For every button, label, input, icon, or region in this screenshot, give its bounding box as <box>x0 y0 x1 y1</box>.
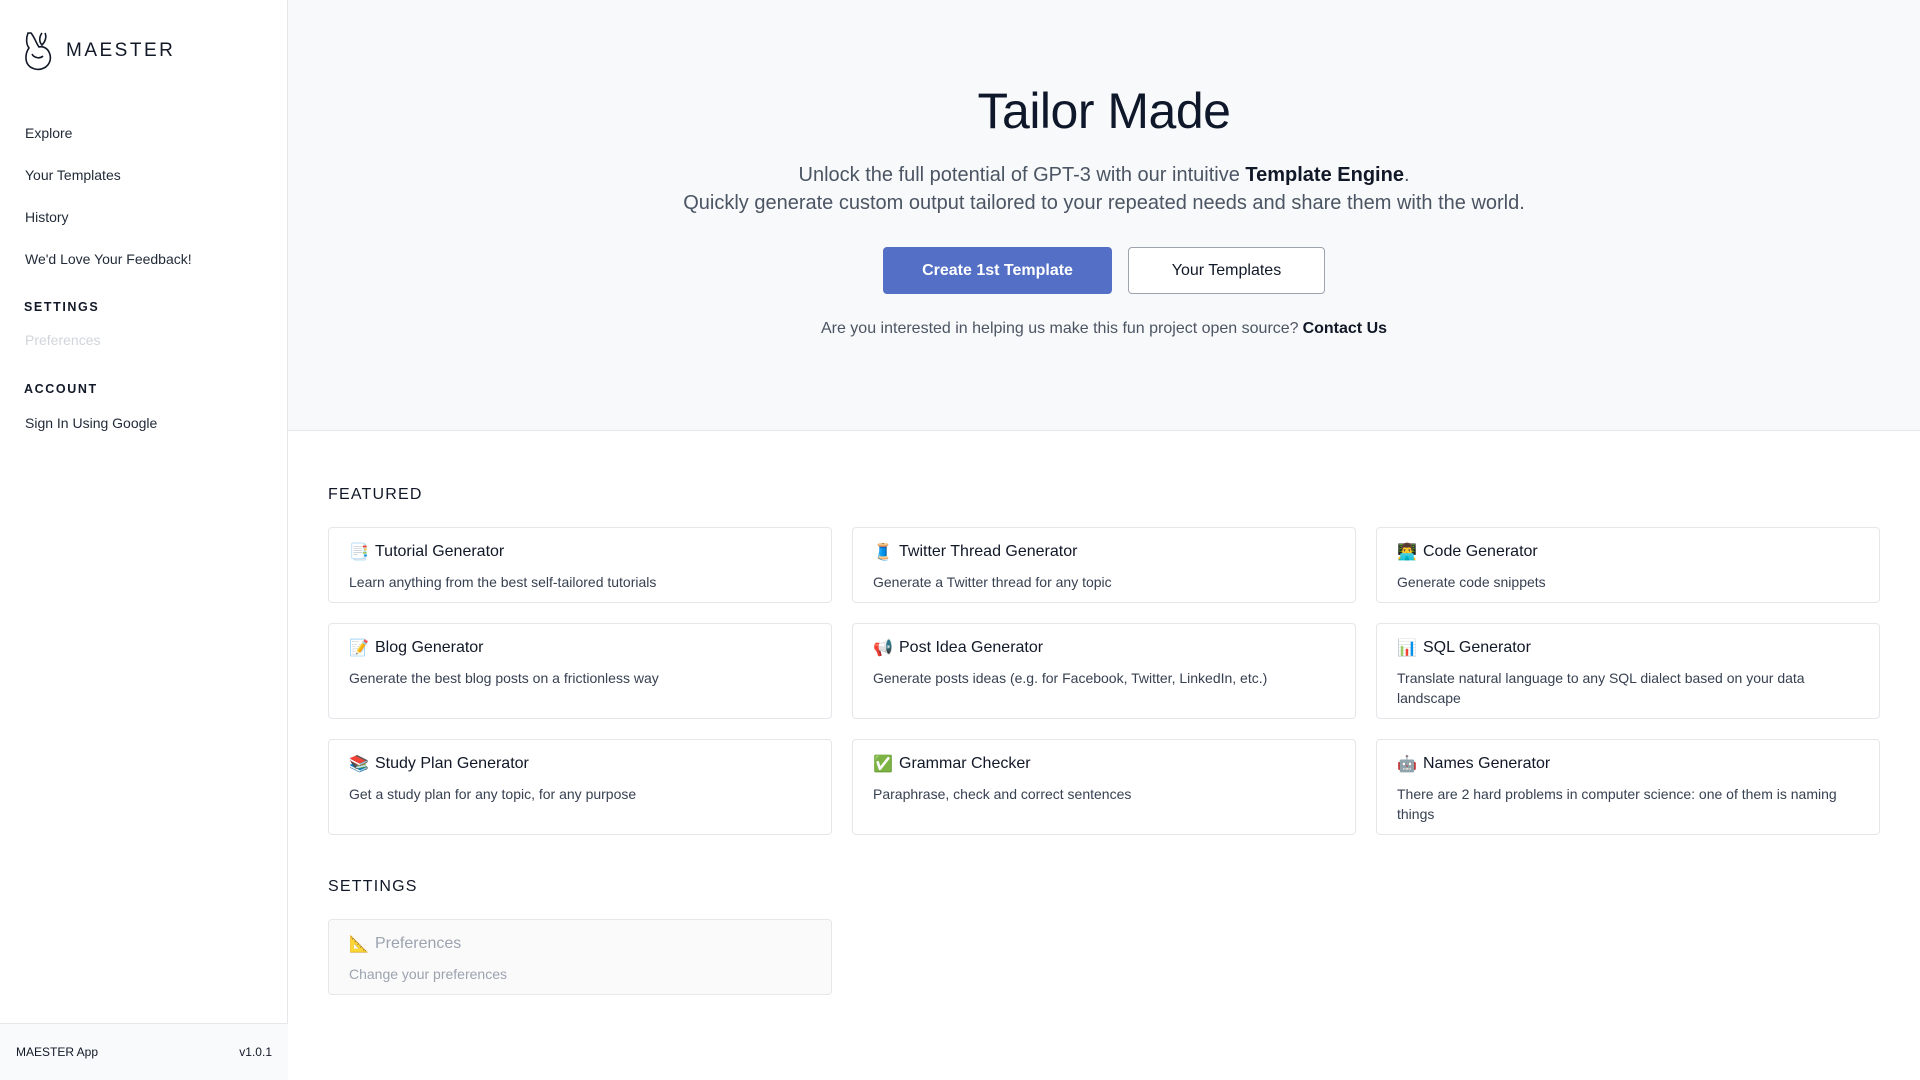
hero-subtitle-before: Unlock the full potential of GPT-3 with … <box>798 164 1246 186</box>
card-title: Preferences <box>375 935 462 952</box>
brand-name: MAESTER <box>66 40 176 61</box>
settings-heading: SETTINGS <box>328 878 418 895</box>
hero-subtitle-after: . <box>1403 164 1410 186</box>
sidebar-account-heading: ACCOUNT <box>24 382 98 396</box>
main-content: Tailor Made Unlock the full potential of… <box>288 0 1920 1080</box>
card-description: Learn anything from the best self-tailor… <box>349 574 657 590</box>
card-title: Blog Generator <box>375 639 484 656</box>
hero: Tailor Made Unlock the full potential of… <box>288 0 1920 431</box>
template-card[interactable]: ✅ Grammar Checker Paraphrase, check and c… <box>852 739 1356 835</box>
template-card[interactable]: 📝 Blog Generator Generate the best blog p… <box>328 623 832 719</box>
contact-us-link[interactable]: Contact Us <box>1303 320 1387 337</box>
sidebar-nav: Explore Your Templates History We'd Love… <box>25 120 192 288</box>
card-description: There are 2 hard problems in computer sc… <box>1397 786 1837 822</box>
page-title: Tailor Made <box>977 83 1231 139</box>
card-description: Generate code snippets <box>1397 574 1546 590</box>
app-name: MAESTER App <box>16 1045 99 1059</box>
card-description: Get a study plan for any topic, for any … <box>349 786 637 802</box>
card-title: Grammar Checker <box>899 755 1031 772</box>
sidebar-footer: MAESTER App v1.0.1 <box>0 1023 288 1080</box>
sidebar-item-preferences: Preferences <box>25 332 101 348</box>
hero-subtitle-line2: Quickly generate custom output tailored … <box>683 192 1525 214</box>
memo-icon: 📝 <box>349 640 369 657</box>
hero-contact: Are you interested in helping us make th… <box>288 320 1920 338</box>
brand[interactable]: MAESTER <box>22 30 175 72</box>
template-card[interactable]: 📑 Tutorial Generator Learn anything from … <box>328 527 832 603</box>
template-card[interactable]: 📢 Post Idea Generator Generate posts idea… <box>852 623 1356 719</box>
card-description: Generate posts ideas (e.g. for Facebook,… <box>873 670 1268 686</box>
card-description: Generate a Twitter thread for any topic <box>873 574 1112 590</box>
sidebar: MAESTER Explore Your Templates History W… <box>0 0 288 1080</box>
maester-logo-icon <box>25 32 52 71</box>
robot-icon: 🤖 <box>1397 756 1417 773</box>
card-title: Code Generator <box>1423 543 1538 560</box>
sign-in-google-link[interactable]: Sign In Using Google <box>25 415 157 431</box>
template-card[interactable]: 👨‍💻 Code Generator Generate code snippets <box>1376 527 1880 603</box>
card-title: Names Generator <box>1423 755 1551 772</box>
bar-chart-icon: 📊 <box>1397 640 1417 657</box>
check-mark-icon: ✅ <box>873 756 893 773</box>
your-templates-button[interactable]: Your Templates <box>1128 247 1325 294</box>
hero-subtitle: Unlock the full potential of GPT-3 with … <box>288 161 1920 217</box>
create-template-button[interactable]: Create 1st Template <box>883 247 1112 294</box>
card-description: Change your preferences <box>349 966 507 982</box>
card-title: SQL Generator <box>1423 639 1531 656</box>
triangular-ruler-icon: 📐 <box>349 936 369 953</box>
preferences-card: 📐 Preferences Change your preferences <box>328 919 832 995</box>
template-card[interactable]: 🧵 Twitter Thread Generator Generate a Twi… <box>852 527 1356 603</box>
card-title: Twitter Thread Generator <box>899 543 1078 560</box>
sidebar-settings-heading: SETTINGS <box>24 300 100 314</box>
books-icon: 📚 <box>349 756 369 773</box>
card-title: Tutorial Generator <box>375 543 505 560</box>
megaphone-icon: 📢 <box>873 640 893 657</box>
template-card[interactable]: 📊 SQL Generator Translate natural languag… <box>1376 623 1880 719</box>
sidebar-item-your-templates[interactable]: Your Templates <box>25 162 192 204</box>
tutorial-icon: 📑 <box>349 544 369 561</box>
card-description: Translate natural language to any SQL di… <box>1397 670 1805 706</box>
app-version: v1.0.1 <box>239 1045 272 1059</box>
technologist-icon: 👨‍💻 <box>1397 544 1417 561</box>
card-title: Study Plan Generator <box>375 755 529 772</box>
card-description: Generate the best blog posts on a fricti… <box>349 670 659 686</box>
card-description: Paraphrase, check and correct sentences <box>873 786 1132 802</box>
sidebar-item-history[interactable]: History <box>25 204 192 246</box>
template-card[interactable]: 🤖 Names Generator There are 2 hard proble… <box>1376 739 1880 835</box>
sidebar-item-explore[interactable]: Explore <box>25 120 192 162</box>
contact-text: Are you interested in helping us make th… <box>820 320 1299 337</box>
sidebar-item-feedback[interactable]: We'd Love Your Feedback! <box>25 246 192 288</box>
thread-icon: 🧵 <box>873 544 893 561</box>
template-card[interactable]: 📚 Study Plan Generator Get a study plan f… <box>328 739 832 835</box>
card-title: Post Idea Generator <box>899 639 1044 656</box>
featured-heading: FEATURED <box>328 486 423 503</box>
hero-subtitle-strong: Template Engine <box>1245 164 1404 186</box>
hero-buttons: Create 1st Template Your Templates <box>288 247 1920 294</box>
